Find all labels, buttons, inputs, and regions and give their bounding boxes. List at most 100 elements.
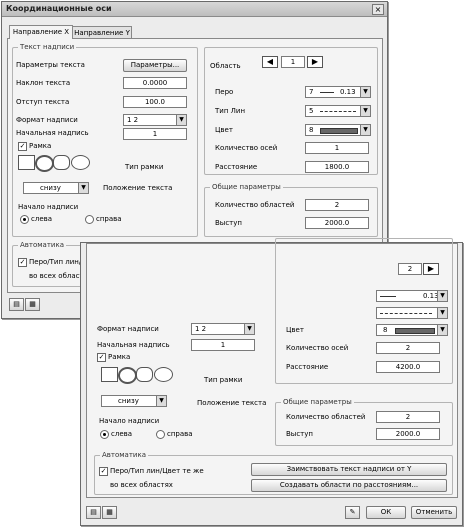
axes-count-label-front: Количество осей bbox=[286, 344, 349, 352]
distance-label-front: Расстояние bbox=[286, 363, 329, 371]
pen-select[interactable]: 7 0.13 ▼ bbox=[305, 86, 371, 98]
color-value: 8 bbox=[309, 126, 314, 134]
radio-right[interactable] bbox=[85, 215, 94, 224]
text-tilt-field[interactable]: 0.0000 bbox=[123, 77, 187, 89]
color-value-front: 8 bbox=[383, 326, 388, 334]
overhang-label-front: Выступ bbox=[286, 430, 313, 438]
frame-square-icon[interactable] bbox=[101, 367, 118, 382]
linetype-select-front[interactable]: ▼ bbox=[376, 307, 448, 319]
ok-button-front[interactable]: ОК bbox=[366, 506, 406, 519]
radio-right-front[interactable] bbox=[156, 430, 165, 439]
save-icon[interactable]: ▤ bbox=[9, 298, 24, 311]
pen-select-front[interactable]: 0.13 ▼ bbox=[376, 290, 448, 302]
text-offset-field[interactable]: 100.0 bbox=[123, 96, 187, 108]
text-params-label: Параметры текста bbox=[16, 61, 85, 69]
frame-circle-icon[interactable] bbox=[35, 155, 54, 172]
label-text-group-title: Текст надписи bbox=[18, 43, 77, 51]
label-start-title-front: Начало надписи bbox=[99, 417, 160, 425]
start-label-field[interactable]: 1 bbox=[123, 128, 187, 140]
areas-count-field[interactable]: 2 bbox=[305, 199, 369, 211]
frame-checkbox-front[interactable]: ✓ bbox=[97, 353, 106, 362]
close-button[interactable]: × bbox=[372, 4, 384, 15]
chevron-down-icon: ▼ bbox=[156, 396, 166, 406]
frame-checkbox[interactable]: ✓ bbox=[18, 142, 27, 151]
label-format-label-front: Формат надписи bbox=[97, 325, 159, 333]
frame-rounded-icon[interactable] bbox=[53, 155, 70, 170]
chevron-down-icon: ▼ bbox=[78, 183, 88, 193]
area-number-field[interactable]: 1 bbox=[281, 56, 305, 68]
pen-value: 7 bbox=[309, 88, 314, 96]
radio-left-front[interactable] bbox=[100, 430, 109, 439]
color-label: Цвет bbox=[215, 126, 233, 134]
arrow-left-icon[interactable]: ◀ bbox=[262, 56, 278, 68]
save-icon[interactable]: ▤ bbox=[86, 506, 101, 519]
start-label-label: Начальная надпись bbox=[16, 129, 89, 137]
axes-count-field[interactable]: 1 bbox=[305, 142, 369, 154]
load-icon[interactable]: ▦ bbox=[102, 506, 117, 519]
linetype-preview bbox=[320, 111, 356, 112]
radio-left-label: слева bbox=[31, 215, 53, 223]
radio-left[interactable] bbox=[20, 215, 29, 224]
distance-label: Расстояние bbox=[215, 163, 258, 171]
linetype-label: Тип Лин bbox=[215, 107, 246, 115]
color-select[interactable]: 8 ▼ bbox=[305, 124, 371, 136]
chevron-down-icon: ▼ bbox=[437, 308, 447, 318]
pen-width: 0.13 bbox=[340, 88, 356, 96]
overhang-field-front[interactable]: 2000.0 bbox=[376, 428, 440, 440]
area-number-field-front[interactable]: 2 bbox=[398, 263, 422, 275]
arrow-right-icon[interactable]: ▶ bbox=[307, 56, 323, 68]
chevron-down-icon: ▼ bbox=[437, 291, 447, 301]
title-bar[interactable]: Координационные оси × bbox=[2, 2, 387, 17]
window-title: Координационные оси bbox=[6, 4, 112, 13]
frame-oval-icon[interactable] bbox=[71, 155, 90, 170]
frame-rounded-icon[interactable] bbox=[136, 367, 153, 382]
start-label-label-front: Начальная надпись bbox=[97, 341, 170, 349]
axes-count-field-front[interactable]: 2 bbox=[376, 342, 440, 354]
tab-direction-x[interactable]: Направление X bbox=[9, 25, 73, 39]
linetype-value: 5 bbox=[309, 107, 314, 115]
area-group-front: 2 ▶ 0.13 ▼ ▼ Цвет 8 ▼ Количество осей 2 … bbox=[275, 238, 453, 384]
linetype-select[interactable]: 5 ▼ bbox=[305, 105, 371, 117]
label-format-value: 1 2 bbox=[127, 116, 139, 124]
text-offset-label: Отступ текста bbox=[16, 98, 70, 106]
same-pen-label-1-front: Перо/Тип лин/Цвет те же bbox=[110, 467, 204, 475]
color-swatch bbox=[320, 128, 358, 134]
inherit-label-button-front[interactable]: Заимствовать текст надписи от Y bbox=[251, 463, 447, 476]
frame-circle-icon[interactable] bbox=[118, 367, 137, 384]
text-position-select-front[interactable]: снизу ▼ bbox=[101, 395, 167, 407]
text-position-value: снизу bbox=[40, 184, 61, 192]
label-format-select[interactable]: 1 2 ▼ bbox=[123, 114, 187, 126]
overhang-label: Выступ bbox=[215, 219, 242, 227]
label-format-select-front[interactable]: 1 2 ▼ bbox=[191, 323, 255, 335]
arrow-right-icon[interactable]: ▶ bbox=[423, 263, 439, 275]
automation-title: Автоматика bbox=[18, 241, 66, 249]
areas-count-field-front[interactable]: 2 bbox=[376, 411, 440, 423]
pen-label: Перо bbox=[215, 88, 234, 96]
chevron-down-icon: ▼ bbox=[360, 87, 370, 97]
color-select-front[interactable]: 8 ▼ bbox=[376, 324, 448, 336]
same-pen-checkbox-front[interactable]: ✓ bbox=[99, 467, 108, 476]
pen-line-preview bbox=[320, 92, 334, 93]
axes-count-label: Количество осей bbox=[215, 144, 278, 152]
pipette-icon[interactable]: ✎ bbox=[345, 506, 360, 519]
common-params-group: Общие параметры Количество областей 2 Вы… bbox=[204, 183, 378, 237]
text-position-select[interactable]: снизу ▼ bbox=[23, 182, 89, 194]
cancel-button-front[interactable]: Отменить bbox=[411, 506, 457, 519]
start-label-field-front[interactable]: 1 bbox=[191, 339, 255, 351]
load-icon[interactable]: ▦ bbox=[25, 298, 40, 311]
overhang-field[interactable]: 2000.0 bbox=[305, 217, 369, 229]
chevron-down-icon: ▼ bbox=[360, 106, 370, 116]
text-params-button[interactable]: Параметры... bbox=[123, 59, 187, 72]
text-position-label: Положение текста bbox=[103, 184, 173, 192]
radio-left-label-front: слева bbox=[111, 430, 133, 438]
distance-field[interactable]: 1800.0 bbox=[305, 161, 369, 173]
text-position-value-front: снизу bbox=[118, 397, 139, 405]
frame-oval-icon[interactable] bbox=[154, 367, 173, 382]
distance-field-front[interactable]: 4200.0 bbox=[376, 361, 440, 373]
frame-square-icon[interactable] bbox=[18, 155, 35, 170]
label-start-title: Начало надписи bbox=[18, 203, 79, 211]
linetype-preview bbox=[380, 313, 432, 314]
same-pen-checkbox[interactable]: ✓ bbox=[18, 258, 27, 267]
create-areas-button-front[interactable]: Создавать области по расстояниям... bbox=[251, 479, 447, 492]
automation-group-front: Автоматика ✓ Перо/Тип лин/Цвет те же во … bbox=[94, 451, 453, 495]
